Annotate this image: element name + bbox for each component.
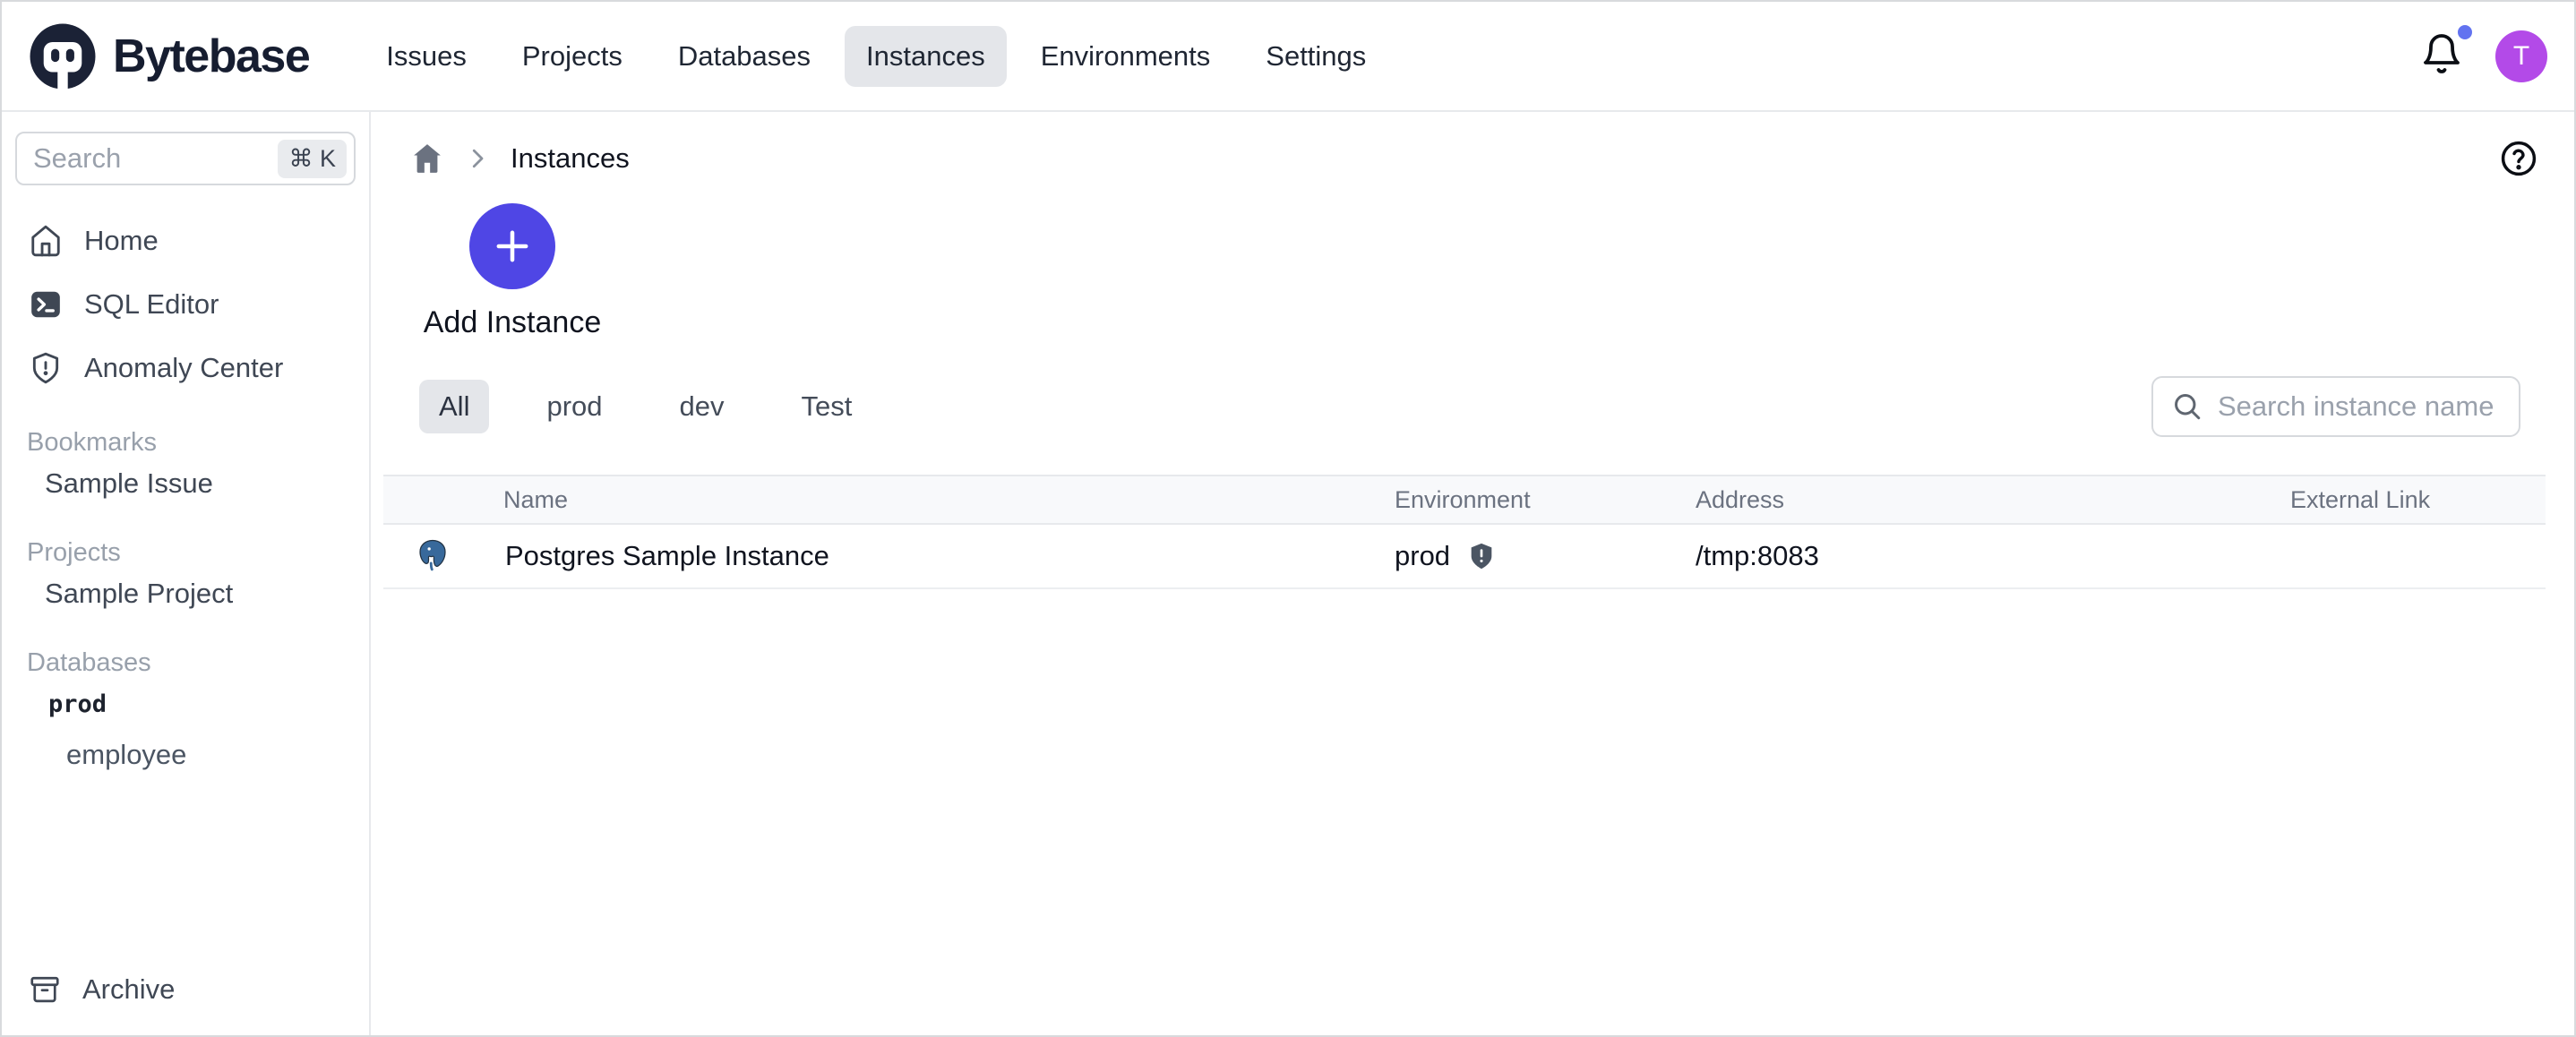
breadcrumb-home-icon[interactable] (410, 141, 444, 176)
bytebase-app: Bytebase Issues Projects Databases Insta… (0, 0, 2576, 1037)
notifications-button[interactable] (2420, 32, 2463, 80)
main-nav: Issues Projects Databases Instances Envi… (365, 26, 1387, 87)
archive-icon (29, 973, 61, 1006)
nav-item-projects[interactable]: Projects (501, 26, 644, 87)
terminal-icon (29, 287, 63, 321)
tab-dev[interactable]: dev (660, 380, 744, 433)
column-header-address: Address (1696, 486, 2290, 514)
sidebar-section-projects: Projects (2, 538, 369, 568)
plus-icon (489, 223, 536, 270)
sidebar-item-sample-project[interactable]: Sample Project (2, 568, 369, 620)
bytebase-logo[interactable]: Bytebase (29, 22, 309, 90)
top-navigation-bar: Bytebase Issues Projects Databases Insta… (2, 2, 2574, 112)
tab-test[interactable]: Test (781, 380, 872, 433)
nav-item-environments[interactable]: Environments (1019, 26, 1232, 87)
nav-item-settings[interactable]: Settings (1244, 26, 1387, 87)
nav-item-issues[interactable]: Issues (365, 26, 488, 87)
environment-name: prod (1395, 540, 1450, 572)
shield-protected-icon (1466, 541, 1497, 571)
column-header-external-link: External Link (2290, 486, 2546, 514)
sidebar-item-sql-editor[interactable]: SQL Editor (2, 272, 369, 336)
sidebar-item-anomaly-center[interactable]: Anomaly Center (2, 336, 369, 399)
table-row[interactable]: Postgres Sample Instance prod /tmp:8083 (383, 525, 2546, 589)
brand-name: Bytebase (113, 30, 309, 83)
sidebar-search[interactable]: ⌘ K (15, 132, 356, 185)
sidebar-env-prod[interactable]: prod (2, 678, 369, 730)
sidebar-item-label: Archive (82, 973, 175, 1006)
instance-search[interactable] (2151, 376, 2520, 437)
environment-tabs: All prod dev Test (419, 380, 872, 433)
add-instance-button[interactable]: Add Instance (412, 203, 613, 340)
column-header-environment: Environment (1395, 486, 1696, 514)
breadcrumb-current: Instances (511, 142, 630, 175)
sidebar-search-input[interactable] (33, 142, 278, 175)
environment-cell: prod (1395, 540, 1696, 572)
filter-row: All prod dev Test (371, 376, 2574, 437)
tab-all[interactable]: All (419, 380, 489, 433)
sidebar-item-archive[interactable]: Archive (2, 960, 369, 1019)
instance-name: Postgres Sample Instance (505, 540, 829, 572)
sidebar-item-label: Anomaly Center (84, 352, 283, 384)
sidebar-db-employee[interactable]: employee (2, 730, 369, 780)
instance-search-input[interactable] (2218, 390, 2501, 423)
search-shortcut-badge: ⌘ K (278, 140, 347, 178)
instances-table: Name Environment Address External Link P… (383, 475, 2546, 589)
nav-item-instances[interactable]: Instances (845, 26, 1007, 87)
add-instance-label: Add Instance (424, 305, 601, 340)
tab-prod[interactable]: prod (527, 380, 622, 433)
user-avatar[interactable]: T (2495, 30, 2547, 82)
search-icon (2171, 390, 2203, 423)
topbar-right: T (2420, 30, 2547, 82)
breadcrumb: Instances (371, 112, 2574, 184)
sidebar-item-label: Home (84, 225, 159, 257)
sidebar-section-bookmarks: Bookmarks (2, 428, 369, 458)
nav-item-databases[interactable]: Databases (657, 26, 832, 87)
shield-alert-icon (29, 351, 63, 385)
sidebar-item-home[interactable]: Home (2, 209, 369, 272)
add-instance-circle[interactable] (469, 203, 555, 289)
instance-name-cell: Postgres Sample Instance (383, 537, 1395, 575)
postgres-icon (414, 537, 451, 575)
chevron-right-icon (464, 145, 491, 172)
help-button[interactable] (2499, 139, 2538, 178)
sidebar-nav: Home SQL Editor (2, 209, 369, 399)
sidebar-item-label: SQL Editor (84, 288, 219, 321)
main-content: Instances Add Instance Al (371, 112, 2574, 1035)
sidebar-item-sample-issue[interactable]: Sample Issue (2, 458, 369, 510)
table-header: Name Environment Address External Link (383, 475, 2546, 525)
column-header-name: Name (383, 486, 1395, 514)
home-icon (29, 224, 63, 258)
address-cell: /tmp:8083 (1696, 540, 2290, 572)
sidebar-section-databases: Databases (2, 648, 369, 678)
notification-dot (2454, 21, 2476, 43)
sidebar: ⌘ K Home (2, 112, 371, 1035)
bytebase-logo-icon (29, 22, 97, 90)
